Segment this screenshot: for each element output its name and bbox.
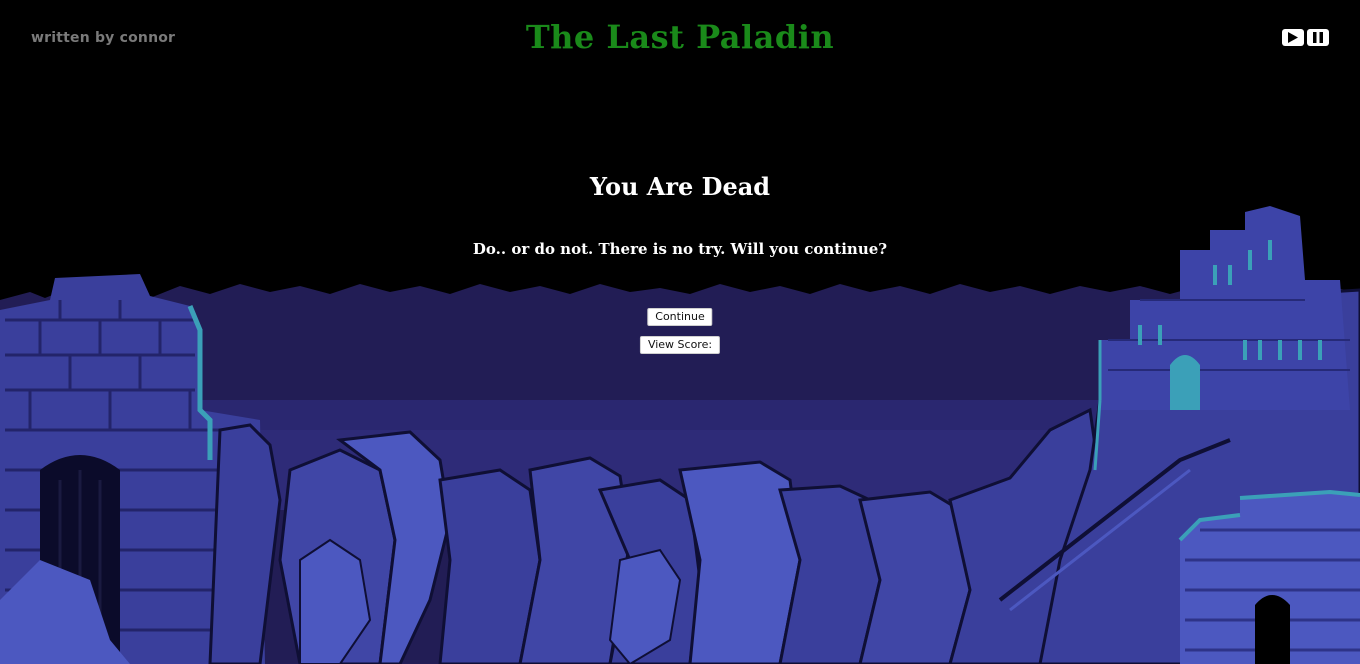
death-heading: You Are Dead (589, 172, 771, 201)
pause-icon (1313, 32, 1323, 43)
pause-button[interactable] (1307, 29, 1329, 46)
game-title: The Last Paladin (525, 18, 835, 56)
game-stage: written by connor The Last Paladin You A… (0, 0, 1360, 664)
continue-button[interactable]: Continue (647, 308, 713, 326)
play-button[interactable] (1282, 29, 1304, 46)
death-message: Do.. or do not. There is no try. Will yo… (472, 240, 888, 258)
play-icon (1288, 32, 1298, 43)
music-controls (1282, 29, 1329, 46)
view-score-button[interactable]: View Score: (639, 336, 721, 354)
background-scene (0, 0, 1360, 664)
